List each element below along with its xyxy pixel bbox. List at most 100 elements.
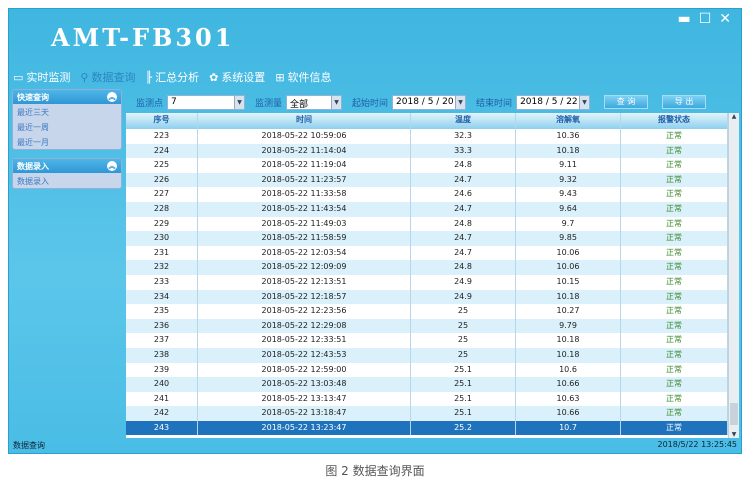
- table-cell: 2018-05-22 11:58:59: [198, 231, 411, 246]
- table-row[interactable]: 243 2018-05-22 13:23:47 25.2 10.7 正常: [126, 420, 728, 436]
- table-cell: 正常: [621, 158, 728, 173]
- table-row[interactable]: 231 2018-05-22 12:03:54 24.7 10.06 正常: [126, 245, 728, 261]
- panel-header[interactable]: 数据录入 ︽: [13, 159, 121, 173]
- gear-icon: ✿: [209, 70, 219, 84]
- table-row[interactable]: 235 2018-05-22 12:23:56 25 10.27 正常: [126, 304, 728, 319]
- table-cell: 231: [126, 245, 198, 261]
- menu-item-label: 软件信息: [287, 71, 332, 84]
- start-date-picker[interactable]: 2018 / 5 / 20 ▼: [392, 94, 467, 110]
- panel-header[interactable]: 快速查询 ︽: [13, 90, 121, 104]
- table-row[interactable]: 230 2018-05-22 11:58:59 24.7 9.85 正常: [126, 231, 728, 246]
- table-cell: 正常: [621, 201, 728, 217]
- table-row[interactable]: 228 2018-05-22 11:43:54 24.7 9.64 正常: [126, 201, 728, 217]
- sidebar-panel: 数据录入 ︽ 数据录入: [12, 158, 122, 189]
- maximize-button[interactable]: ☐: [699, 11, 712, 27]
- column-header[interactable]: 序号: [126, 113, 198, 129]
- table-row[interactable]: 238 2018-05-22 12:43:53 25 10.18 正常: [126, 347, 728, 363]
- table-cell: 241: [126, 391, 198, 407]
- table-row[interactable]: 233 2018-05-22 12:13:51 24.9 10.15 正常: [126, 274, 728, 290]
- table-cell: 10.7: [516, 420, 621, 436]
- minimize-button[interactable]: ▬: [677, 11, 690, 27]
- table-cell: 25: [411, 347, 516, 363]
- table-cell: 10.15: [516, 274, 621, 290]
- table-cell: 240: [126, 377, 198, 392]
- table-row[interactable]: 229 2018-05-22 11:49:03 24.8 9.7 正常: [126, 216, 728, 232]
- table-cell: 10.18: [516, 289, 621, 305]
- table-cell: 237: [126, 333, 198, 348]
- table-cell: 正常: [621, 318, 728, 334]
- chart-icon: ╟: [145, 70, 153, 84]
- table-row[interactable]: 225 2018-05-22 11:19:04 24.8 9.11 正常: [126, 158, 728, 173]
- scroll-up-icon[interactable]: ▲: [729, 113, 739, 120]
- table-cell: 10.36: [516, 129, 621, 144]
- table-cell: 2018-05-22 11:33:58: [198, 187, 411, 202]
- table-row[interactable]: 236 2018-05-22 12:29:08 25 9.79 正常: [126, 318, 728, 334]
- table-row[interactable]: 224 2018-05-22 11:14:04 33.3 10.18 正常: [126, 143, 728, 159]
- table-cell: 2018-05-22 12:29:08: [198, 318, 411, 334]
- table-cell: 25.1: [411, 377, 516, 392]
- column-header[interactable]: 时间: [198, 113, 411, 129]
- end-date-picker[interactable]: 2018 / 5 / 22 ▼: [516, 94, 591, 110]
- table-cell: 24.8: [411, 158, 516, 173]
- quantity-label: 监测量: [255, 98, 283, 109]
- menu-item[interactable]: ⊞ 软件信息: [275, 69, 331, 85]
- table-row[interactable]: 237 2018-05-22 12:33:51 25 10.18 正常: [126, 333, 728, 348]
- collapse-icon[interactable]: ︽: [107, 92, 117, 102]
- table-row[interactable]: 240 2018-05-22 13:03:48 25.1 10.66 正常: [126, 377, 728, 392]
- table-row[interactable]: 223 2018-05-22 10:59:06 32.3 10.36 正常: [126, 129, 728, 144]
- table-row[interactable]: 242 2018-05-22 13:18:47 25.1 10.66 正常: [126, 406, 728, 421]
- menu-item[interactable]: ╟ 汇总分析: [145, 69, 199, 85]
- table-cell: 正常: [621, 377, 728, 392]
- chevron-down-icon[interactable]: ▼: [455, 95, 466, 109]
- quantity-select[interactable]: 全部 ▼: [286, 94, 343, 110]
- table-cell: 2018-05-22 11:14:04: [198, 143, 411, 159]
- table-cell: 25: [411, 304, 516, 319]
- table-cell: 2018-05-22 12:59:00: [198, 362, 411, 378]
- collapse-icon[interactable]: ︽: [107, 161, 117, 171]
- table-row[interactable]: 232 2018-05-22 12:09:09 24.8 10.06 正常: [126, 260, 728, 275]
- status-datetime: 2018/5/22 13:25:45: [657, 440, 738, 449]
- menu-item[interactable]: ✿ 系统设置: [209, 69, 265, 85]
- menu-item[interactable]: ⚲ 数据查询: [80, 69, 135, 85]
- table-cell: 228: [126, 201, 198, 217]
- table-row[interactable]: 234 2018-05-22 12:18:57 24.9 10.18 正常: [126, 289, 728, 305]
- export-button[interactable]: 导 出: [662, 95, 707, 109]
- table-cell: 236: [126, 318, 198, 334]
- table-cell: 2018-05-22 11:49:03: [198, 216, 411, 232]
- scroll-thumb[interactable]: [730, 403, 738, 425]
- table-row[interactable]: 241 2018-05-22 13:13:47 25.1 10.63 正常: [126, 391, 728, 407]
- app-window: AMT-FB301 ▬ ☐ ✕ ▭ 实时监测 ⚲ 数据查询 ╟ 汇总分析 ✿ 系统设置 ⊞ 软件信…: [8, 8, 742, 454]
- menu-item-label: 汇总分析: [155, 71, 200, 84]
- chevron-down-icon[interactable]: ▼: [579, 95, 590, 109]
- column-header[interactable]: 溶解氧: [516, 113, 621, 129]
- chevron-down-icon[interactable]: ▼: [234, 95, 245, 109]
- sidebar-link[interactable]: 最近一周: [13, 119, 121, 134]
- table-cell: 226: [126, 172, 198, 188]
- start-value: 2018 / 5 / 20: [396, 96, 454, 107]
- table-cell: 2018-05-22 12:43:53: [198, 347, 411, 363]
- status-text: 数据查询: [13, 441, 45, 450]
- table-row[interactable]: 239 2018-05-22 12:59:00 25.1 10.6 正常: [126, 362, 728, 378]
- chevron-down-icon[interactable]: ▼: [331, 95, 342, 109]
- table-cell: 238: [126, 347, 198, 363]
- sidebar-link[interactable]: 最近三天: [13, 104, 121, 119]
- table-cell: 2018-05-22 12:03:54: [198, 245, 411, 261]
- table-cell: 正常: [621, 172, 728, 188]
- table-row[interactable]: 227 2018-05-22 11:33:58 24.6 9.43 正常: [126, 187, 728, 202]
- vertical-scrollbar[interactable]: ▲ ▼: [728, 113, 739, 438]
- close-button[interactable]: ✕: [719, 11, 731, 27]
- column-header[interactable]: 报警状态: [621, 113, 728, 129]
- sidebar-link[interactable]: 数据录入: [13, 173, 121, 188]
- query-button[interactable]: 查 询: [604, 95, 649, 109]
- column-header[interactable]: 温度: [411, 113, 516, 129]
- table-cell: 25: [411, 333, 516, 348]
- table-cell: 10.18: [516, 347, 621, 363]
- menu-item-label: 数据查询: [91, 71, 136, 84]
- table-header: 序号 时间 温度 溶解氧 报警状态: [126, 113, 728, 129]
- sidebar-link[interactable]: 最近一月: [13, 134, 121, 149]
- menu-item[interactable]: ▭ 实时监测: [13, 69, 70, 85]
- table-cell: 24.7: [411, 245, 516, 261]
- table-row[interactable]: 226 2018-05-22 11:23:57 24.7 9.32 正常: [126, 172, 728, 188]
- point-select[interactable]: 7 ▼: [167, 94, 246, 110]
- search-person-icon: ⚲: [80, 70, 89, 84]
